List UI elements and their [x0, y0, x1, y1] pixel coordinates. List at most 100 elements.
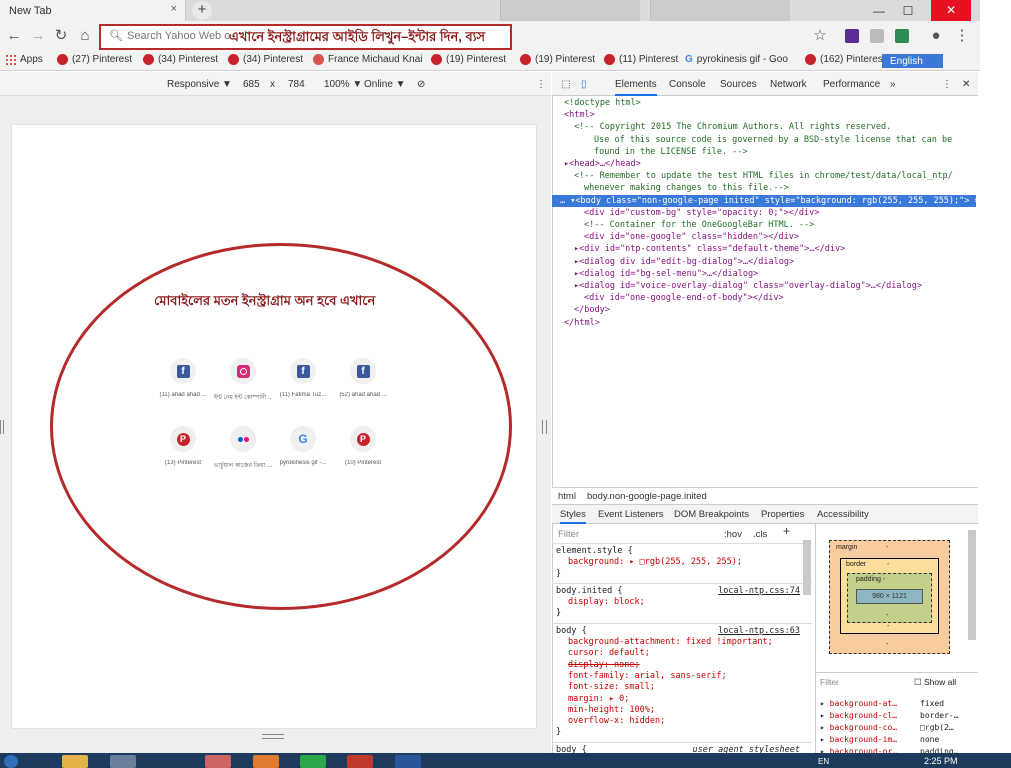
- breadcrumb-body[interactable]: body.non-google-page.inited: [587, 491, 707, 502]
- style-rule[interactable]: body.inited {local-ntp.css:74 display: bl…: [552, 584, 812, 624]
- rule-source-link[interactable]: local-ntp.css:74: [718, 586, 800, 597]
- dom-line[interactable]: <html>: [560, 109, 976, 121]
- dom-line[interactable]: ▸<head>…</head>: [560, 158, 976, 170]
- input-language[interactable]: EN: [818, 757, 829, 766]
- zoom-select[interactable]: 100% ▼: [324, 79, 362, 90]
- style-property[interactable]: cursor: default;: [556, 648, 808, 659]
- dom-line-selected[interactable]: … ▾<body class="non-google-page inited" …: [552, 194, 976, 207]
- breadcrumb-html[interactable]: html: [558, 491, 576, 502]
- most-visited-tile[interactable]: f (52) ahad ahad ...: [334, 358, 392, 398]
- network-select[interactable]: Online ▼: [364, 79, 406, 90]
- computed-row[interactable]: ▸ background-cl… border-…: [820, 711, 959, 720]
- forward-icon[interactable]: →: [28, 26, 48, 46]
- tab-styles[interactable]: Styles: [560, 509, 586, 524]
- tab-dom-breakpoints[interactable]: DOM Breakpoints: [674, 509, 749, 520]
- taskbar-app[interactable]: [253, 755, 279, 768]
- style-rule[interactable]: element.style {background: ▸ □rgb(255, 2…: [552, 544, 812, 584]
- style-property[interactable]: overflow-x: hidden;: [556, 716, 808, 727]
- inspect-icon[interactable]: ⬚: [561, 79, 570, 90]
- extension-icon[interactable]: [870, 29, 884, 43]
- dom-line[interactable]: <!-- Remember to update the test HTML fi…: [560, 170, 976, 182]
- extension-icon[interactable]: [845, 29, 859, 43]
- taskbar-app[interactable]: [347, 755, 373, 768]
- tab-console[interactable]: Console: [669, 79, 706, 90]
- styles-scrollbar[interactable]: [803, 540, 811, 595]
- style-property[interactable]: margin: ▸ 0;: [556, 694, 808, 705]
- translate-popup[interactable]: English: [882, 54, 943, 68]
- dom-line[interactable]: Use of this source code is governed by a…: [560, 134, 976, 146]
- box-model-scrollbar[interactable]: [968, 530, 976, 640]
- device-height-input[interactable]: 784: [288, 79, 305, 90]
- maximize-button[interactable]: ☐: [903, 4, 914, 18]
- right-resize-handle[interactable]: [542, 420, 547, 434]
- devtools-close-icon[interactable]: ✕: [962, 79, 970, 90]
- extension-icon[interactable]: [895, 29, 909, 43]
- dom-line[interactable]: ▸<dialog div id="edit-bg-dialog">…</dial…: [560, 256, 976, 268]
- profile-icon[interactable]: ●: [926, 26, 946, 46]
- dom-line[interactable]: <!-- Container for the OneGoogleBar HTML…: [560, 219, 976, 231]
- more-tabs-icon[interactable]: »: [890, 79, 896, 90]
- home-icon[interactable]: ⌂: [75, 26, 95, 46]
- bookmark-star-icon[interactable]: ☆: [810, 26, 830, 46]
- styles-filter-input[interactable]: Filter: [558, 529, 579, 540]
- bookmark-item[interactable]: (19) Pinterest: [431, 54, 506, 65]
- taskbar-word[interactable]: [395, 755, 421, 768]
- bottom-resize-handle[interactable]: [262, 734, 284, 739]
- style-property[interactable]: background-attachment: fixed !important;: [556, 637, 808, 648]
- background-tab[interactable]: [650, 0, 790, 21]
- most-visited-tile[interactable]: P (13) Pinterest: [154, 426, 212, 466]
- dom-line[interactable]: <!doctype html>: [560, 97, 976, 109]
- style-property[interactable]: font-family: arial, sans-serif;: [556, 671, 808, 682]
- dom-line[interactable]: </html>: [560, 317, 976, 329]
- bookmark-apps[interactable]: Apps: [6, 54, 43, 65]
- menu-icon[interactable]: ⋮: [952, 26, 972, 46]
- most-visited-tile[interactable]: G pyrokinesis gif -...: [274, 426, 332, 466]
- bookmark-item[interactable]: (19) Pinterest: [520, 54, 595, 65]
- most-visited-tile[interactable]: f (11) Fatima Tuz...: [274, 358, 332, 398]
- most-visited-tile[interactable]: ইন্ট নেম ইন্ট কোম্পানী ...: [214, 358, 272, 403]
- taskbar-chrome[interactable]: [300, 755, 326, 768]
- bookmark-item[interactable]: (34) Pinterest: [228, 54, 303, 65]
- background-tab[interactable]: [500, 0, 640, 21]
- back-icon[interactable]: ←: [4, 26, 24, 46]
- bookmark-item[interactable]: (27) Pinterest: [57, 54, 132, 65]
- rule-source-link[interactable]: user agent stylesheet: [693, 745, 800, 753]
- dom-line[interactable]: found in the LICENSE file. -->: [560, 146, 976, 158]
- tab-close-icon[interactable]: ×: [171, 3, 177, 15]
- taskbar-explorer[interactable]: [62, 755, 88, 768]
- device-width-input[interactable]: 685: [243, 79, 260, 90]
- style-rule[interactable]: body {user agent stylesheet: [552, 743, 812, 753]
- dom-line[interactable]: <div id="one-google" class="hidden"></di…: [560, 231, 976, 243]
- most-visited-tile[interactable]: f (11) ahad ahad ...: [154, 358, 212, 398]
- devtools-menu-icon[interactable]: ⋮: [942, 79, 952, 90]
- dom-line[interactable]: <div id="one-google-end-of-body"></div>: [560, 292, 976, 304]
- dom-line[interactable]: </body>: [560, 304, 976, 316]
- dom-line[interactable]: ▸<div id="ntp-contents" class="default-t…: [560, 243, 976, 255]
- tab-performance[interactable]: Performance: [823, 79, 880, 90]
- dom-line[interactable]: <div id="custom-bg" style="opacity: 0;">…: [560, 207, 976, 219]
- add-rule-button[interactable]: +: [783, 525, 790, 537]
- tab-network[interactable]: Network: [770, 79, 807, 90]
- dom-line[interactable]: whenever making changes to this file.-->: [560, 182, 976, 194]
- computed-filter-input[interactable]: Filter: [820, 677, 839, 687]
- reload-icon[interactable]: ↻: [51, 26, 71, 46]
- hover-state-toggle[interactable]: :hov: [724, 529, 742, 540]
- taskbar-app[interactable]: [110, 755, 136, 768]
- style-property[interactable]: background: ▸ □rgb(255, 255, 255);: [556, 557, 808, 568]
- taskbar-app[interactable]: [205, 755, 231, 768]
- new-tab-button[interactable]: +: [192, 1, 212, 20]
- tab-sources[interactable]: Sources: [720, 79, 757, 90]
- address-bar[interactable]: 🔍︎ Search Yahoo Web o এখানে ইনস্ট্রাগ্রা…: [99, 24, 512, 50]
- most-visited-tile[interactable]: ভার্চুয়াল কাজের ক্রিয়া ...: [214, 426, 272, 471]
- computed-row[interactable]: ▸ background-co… □rgb(2…: [820, 723, 954, 732]
- device-menu-icon[interactable]: ⋮: [536, 79, 546, 90]
- dom-line[interactable]: <!-- Copyright 2015 The Chromium Authors…: [560, 121, 976, 133]
- device-select[interactable]: Responsive ▼: [167, 79, 232, 90]
- most-visited-tile[interactable]: P (10) Pinterest: [334, 426, 392, 466]
- tab-event-listeners[interactable]: Event Listeners: [598, 509, 663, 520]
- close-window-button[interactable]: ✕: [931, 0, 972, 21]
- class-toggle[interactable]: .cls: [753, 529, 767, 540]
- bookmark-item[interactable]: (162) Pinterest: [805, 54, 886, 65]
- tab-accessibility[interactable]: Accessibility: [817, 509, 869, 520]
- minimize-button[interactable]: —: [873, 4, 885, 18]
